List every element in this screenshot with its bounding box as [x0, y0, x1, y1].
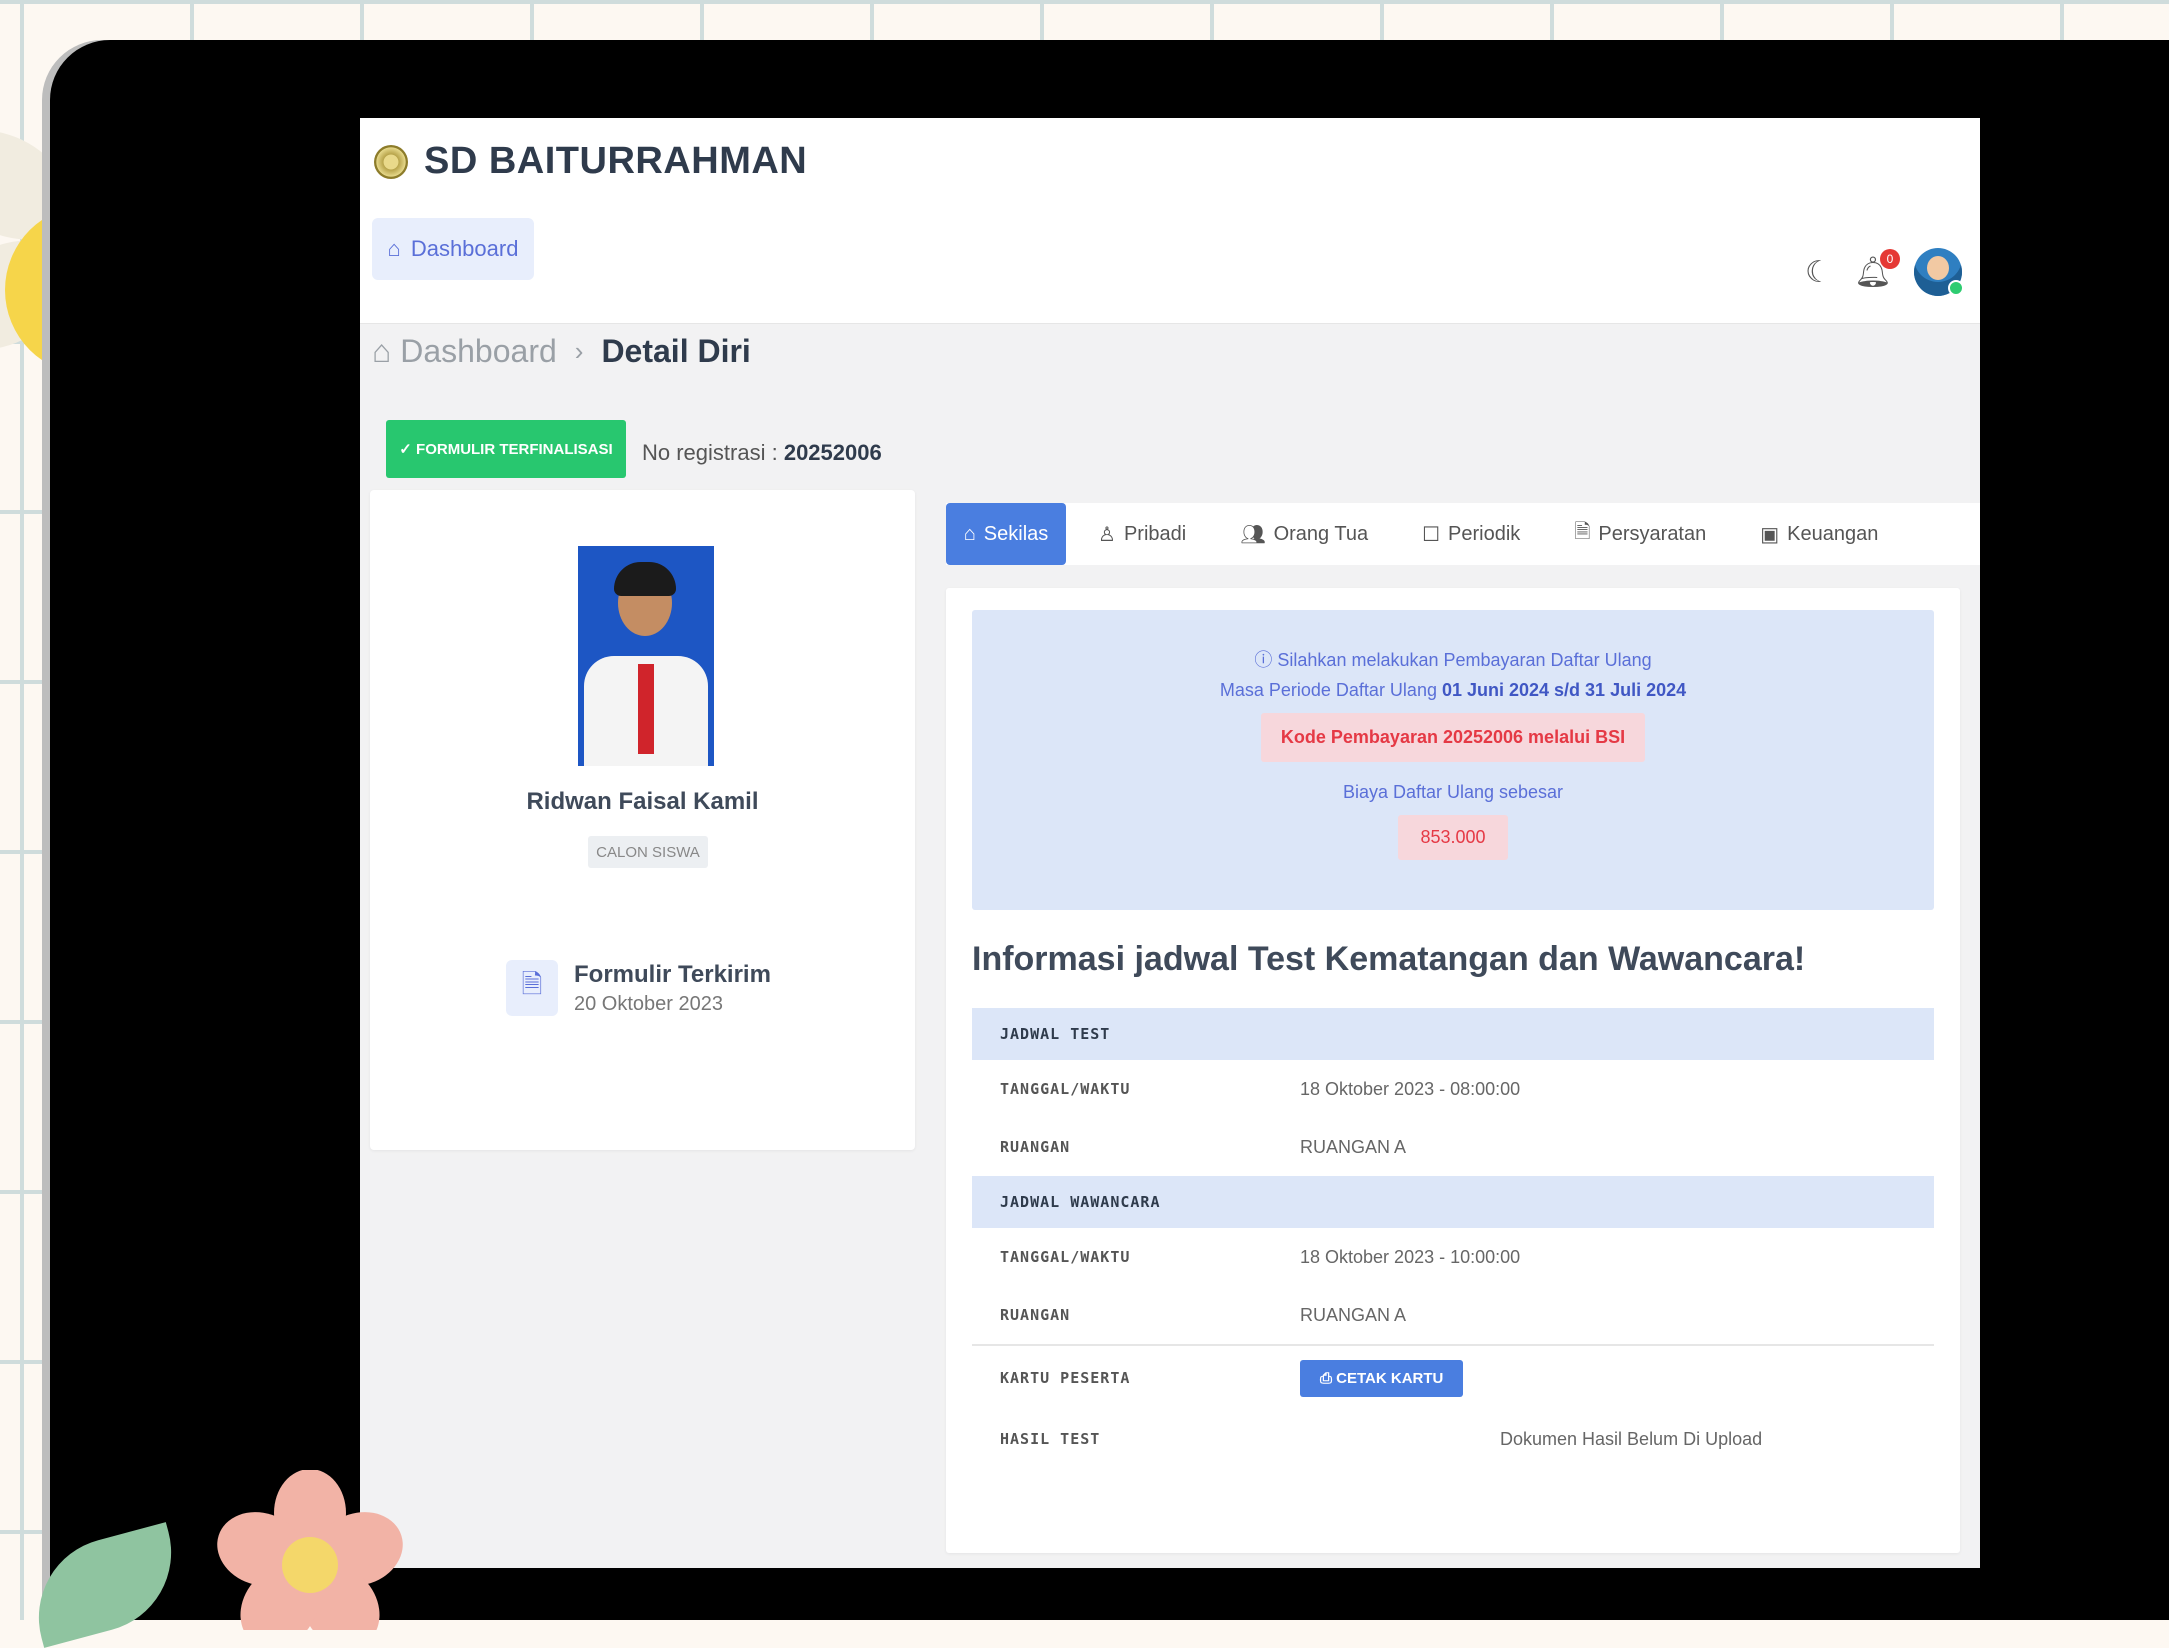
square-icon: ☐	[1422, 523, 1441, 546]
info-icon: ⓘ	[1254, 650, 1278, 670]
table-row: JADWAL TEST	[972, 1008, 1934, 1060]
money-icon: ▣	[1760, 523, 1780, 546]
table-row: JADWAL WAWANCARA	[972, 1176, 1934, 1228]
print-card-button[interactable]: ⎙ CETAK KARTU	[1300, 1359, 1464, 1397]
payment-notice: ⓘ Silahkan melakukan Pembayaran Daftar U…	[1254, 650, 1652, 670]
table-row: RUANGAN RUANGAN A	[1000, 1304, 1407, 1325]
table-row: KARTU PESERTA ⎙ CETAK KARTU	[972, 1344, 1934, 1410]
breadcrumb: ⌂ Dashboard › Detail Diri	[372, 333, 751, 370]
tab-sekilas[interactable]: ⌂ Sekilas	[946, 503, 1066, 565]
table-row: RUANGAN RUANGAN A	[1000, 1136, 1407, 1157]
form-sent-info: 🗎 Formulir Terkirim 20 Oktober 2023	[506, 960, 771, 1016]
breadcrumb-home[interactable]: ⌂ Dashboard	[372, 333, 557, 370]
schedule-table: JADWAL TEST TANGGAL/WAKTU 18 Oktober 202…	[972, 1008, 1934, 1468]
form-sent-date: 20 Oktober 2023	[574, 992, 723, 1015]
user-icon: ♙	[1098, 523, 1116, 546]
student-photo	[578, 546, 714, 766]
home-icon: ⌂	[372, 333, 401, 369]
notification-badge: 0	[1880, 248, 1900, 269]
registration-number: No registrasi : 20252006	[642, 440, 882, 465]
tab-pribadi[interactable]: ♙ Pribadi	[1076, 503, 1208, 565]
schedule-title: Informasi jadwal Test Kematangan dan Waw…	[972, 940, 1806, 978]
tab-bar: ⌂ Sekilas ♙ Pribadi 👥︎ Orang Tua ☐ Periodik …	[946, 503, 1980, 565]
top-icons: ☾ 🔔︎ 0	[1805, 248, 1964, 296]
status-badge: ✓ FORMULIR TERFINALISASI	[386, 420, 626, 478]
bell-icon[interactable]: 🔔︎ 0	[1854, 248, 1900, 290]
moon-icon[interactable]: ☾	[1805, 255, 1832, 290]
table-row: HASIL TEST Dokumen Hasil Belum Di Upload	[1000, 1428, 1763, 1449]
student-name: Ridwan Faisal Kamil	[526, 788, 759, 815]
payment-code: Kode Pembayaran 20252006 melalui BSI	[1260, 713, 1646, 762]
breadcrumb-separator: ›	[574, 336, 584, 366]
printer-icon: ⎙	[1320, 1369, 1337, 1387]
school-name: SD BAITURRAHMAN	[424, 140, 808, 182]
payment-period: Masa Periode Daftar Ulang 01 Juni 2024 s…	[1219, 680, 1687, 700]
overview-panel: ⓘ Silahkan melakukan Pembayaran Daftar U…	[946, 588, 1960, 1553]
brand[interactable]: SD BAITURRAHMAN	[374, 140, 807, 183]
table-row: TANGGAL/WAKTU 18 Oktober 2023 - 10:00:00	[1000, 1246, 1521, 1267]
tab-persyaratan[interactable]: 🗎 Persyaratan	[1552, 503, 1728, 565]
home-icon: ⌂	[387, 236, 401, 261]
tab-keuangan[interactable]: ▣ Keuangan	[1738, 503, 1900, 565]
online-indicator	[1948, 280, 1964, 296]
student-role-badge: CALON SISWA	[588, 836, 708, 868]
app-screen: SD BAITURRAHMAN ⌂ Dashboard ☾ 🔔︎ 0 ⌂ Dash…	[360, 118, 1980, 1568]
home-icon: ⌂	[963, 522, 976, 545]
file-icon: 🗎	[1574, 521, 1591, 543]
tab-orang-tua[interactable]: 👥︎ Orang Tua	[1218, 503, 1390, 565]
profile-card: Ridwan Faisal Kamil CALON SISWA 🗎 Formul…	[370, 490, 915, 1150]
table-row: TANGGAL/WAKTU 18 Oktober 2023 - 08:00:00	[1000, 1078, 1521, 1099]
page-title: Detail Diri	[601, 333, 751, 369]
dashboard-nav-label: Dashboard	[410, 236, 519, 261]
top-bar: SD BAITURRAHMAN ⌂ Dashboard ☾ 🔔︎ 0	[360, 118, 1980, 324]
form-sent-title: Formulir Terkirim	[574, 960, 771, 988]
dashboard-nav-button[interactable]: ⌂ Dashboard	[372, 218, 534, 280]
document-icon: 🗎	[506, 960, 558, 1016]
users-icon: 👥︎	[1240, 523, 1266, 546]
avatar[interactable]	[1914, 248, 1964, 296]
school-logo-icon	[374, 144, 408, 179]
payment-alert: ⓘ Silahkan melakukan Pembayaran Daftar U…	[972, 610, 1934, 910]
fee-label: Biaya Daftar Ulang sebesar	[1342, 782, 1564, 802]
tab-periodik[interactable]: ☐ Periodik	[1400, 503, 1542, 565]
pink-flower-icon	[217, 1470, 403, 1630]
fee-amount: 853.000	[1398, 815, 1508, 860]
